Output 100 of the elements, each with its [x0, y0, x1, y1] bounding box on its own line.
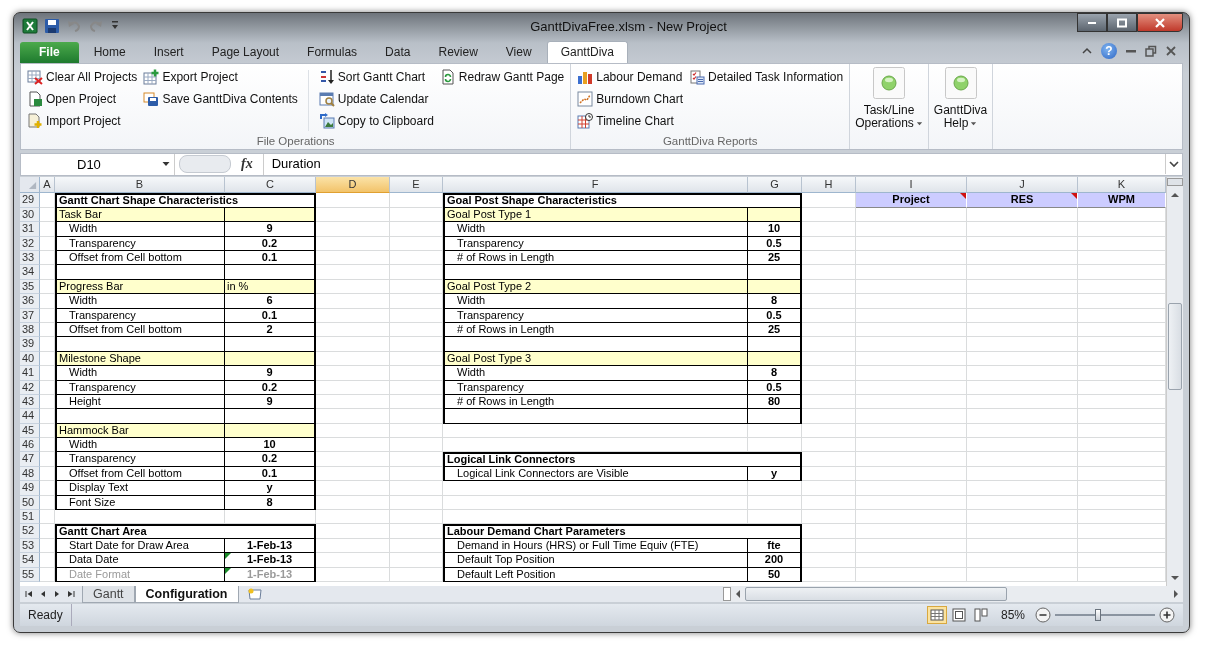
ribbon-tab[interactable]: Home — [80, 41, 139, 63]
row-header[interactable]: 49 — [20, 481, 40, 496]
table-cell — [748, 481, 802, 496]
row-header[interactable]: 51 — [20, 510, 40, 525]
table-cell — [802, 553, 856, 568]
column-header[interactable]: H — [802, 177, 856, 194]
ribbon-button[interactable]: Copy to Clipboard — [316, 109, 436, 132]
ribbon-button[interactable]: Sort Gantt Chart — [316, 65, 436, 88]
table-cell: 2 — [225, 322, 316, 338]
split-handle[interactable] — [723, 587, 731, 601]
row-header[interactable]: 39 — [20, 337, 40, 352]
row-header[interactable]: 47 — [20, 452, 40, 467]
row-header[interactable]: 36 — [20, 294, 40, 309]
ribbon-button[interactable]: Labour Demand — [575, 65, 685, 88]
row-header[interactable]: 41 — [20, 366, 40, 381]
table-cell: 8 — [748, 366, 802, 381]
scroll-thumb[interactable] — [1168, 303, 1182, 391]
table-cell — [390, 553, 443, 568]
insert-function-button[interactable]: fx — [231, 156, 263, 173]
ribbon-tab[interactable]: Insert — [140, 41, 197, 63]
table-cell — [390, 409, 443, 424]
column-header[interactable]: E — [390, 177, 443, 194]
ribbon-button[interactable]: Clear All Projects — [25, 65, 140, 88]
zoom-out-icon[interactable] — [1035, 607, 1051, 623]
slider-thumb[interactable] — [1095, 609, 1101, 621]
column-header[interactable]: A — [40, 177, 55, 194]
ribbon-button[interactable]: Import Project — [25, 109, 140, 132]
formula-field[interactable]: Duration — [262, 153, 1165, 176]
horizontal-scrollbar[interactable] — [723, 586, 1183, 602]
ribbon-tab[interactable]: View — [492, 41, 545, 63]
minimize-button[interactable] — [1077, 13, 1107, 32]
group-label: File Operations — [255, 134, 336, 149]
row-header[interactable]: 33 — [20, 251, 40, 266]
maximize-button[interactable] — [1107, 13, 1137, 32]
column-header[interactable]: I — [856, 177, 967, 194]
last-sheet-icon[interactable] — [66, 589, 76, 599]
page-layout-icon — [951, 608, 966, 622]
ribbon-button[interactable]: GanttDiva Help — [931, 66, 990, 130]
ribbon-tab[interactable]: Data — [372, 41, 424, 63]
column-header[interactable]: J — [967, 177, 1078, 194]
column-header[interactable]: B — [55, 177, 225, 194]
first-sheet-icon[interactable] — [24, 589, 34, 599]
ribbon-tab[interactable]: GanttDiva — [546, 40, 628, 63]
restore-icon[interactable] — [1145, 44, 1157, 57]
zoom-in-icon[interactable] — [1159, 607, 1175, 623]
table-cell: Offset from Cell bottom — [55, 466, 225, 482]
column-header[interactable]: D — [316, 177, 390, 194]
table-cell: Data Date — [55, 553, 225, 568]
checklist-icon — [688, 68, 705, 85]
name-box[interactable]: D10 — [21, 153, 175, 176]
table-cell — [802, 481, 856, 496]
spreadsheet-icon[interactable] — [22, 18, 38, 35]
zoom-slider[interactable] — [1055, 607, 1155, 623]
ribbon-button[interactable]: Export Project — [141, 65, 300, 88]
table-cell: 0.2 — [225, 236, 316, 251]
column-header[interactable]: K — [1078, 177, 1166, 194]
ribbon-button[interactable]: Burndown Chart — [575, 87, 685, 110]
view-button[interactable] — [926, 606, 947, 624]
row-header[interactable]: 29 — [20, 193, 40, 208]
row-header[interactable]: 54 — [20, 553, 40, 568]
zoom-level[interactable]: 85% — [992, 608, 1035, 622]
ribbon-tab[interactable]: Page Layout — [198, 41, 293, 63]
vertical-scrollbar[interactable] — [1166, 177, 1183, 586]
row-header[interactable]: 46 — [20, 438, 40, 453]
error-indicator-icon[interactable] — [225, 567, 231, 574]
scroll-thumb[interactable] — [745, 587, 1007, 601]
row-header[interactable]: 31 — [20, 222, 40, 237]
ribbon-button[interactable]: Redraw Gantt Page — [437, 65, 567, 88]
table-cell: Logical Link Connectors — [443, 452, 802, 467]
ribbon-button[interactable]: Detailed Task Information — [686, 65, 846, 88]
row-header[interactable]: 44 — [20, 409, 40, 424]
ribbon-tab[interactable]: File — [20, 41, 79, 63]
table-cell — [390, 366, 443, 381]
ribbon-button[interactable]: Task/Line Operations — [853, 66, 925, 130]
table-cell: 10 — [748, 222, 802, 237]
save-icon[interactable] — [44, 18, 60, 35]
close-icon[interactable] — [1165, 44, 1177, 57]
ribbon-button[interactable]: Save GanttDiva Contents — [141, 87, 300, 110]
row-header[interactable]: 52 — [20, 524, 40, 539]
ribbon-tab[interactable]: Formulas — [294, 41, 371, 63]
calendar-clock-icon — [577, 112, 594, 129]
table-cell: 0.1 — [225, 308, 316, 323]
row-header[interactable]: 34 — [20, 265, 40, 280]
table-cell: 25 — [748, 251, 802, 266]
table-cell: 50 — [748, 567, 802, 582]
calendar-search-icon — [318, 90, 335, 107]
table-cell — [390, 567, 443, 582]
column-header[interactable]: C — [225, 177, 316, 194]
ribbon-button[interactable]: Open Project — [25, 87, 140, 110]
table-cell: y — [748, 466, 802, 482]
ribbon-button[interactable]: Timeline Chart — [575, 109, 685, 132]
table-cell — [40, 193, 55, 208]
close-button[interactable] — [1137, 13, 1183, 32]
column-header[interactable]: G — [748, 177, 802, 194]
ribbon-button[interactable]: Update Calendar — [316, 87, 436, 110]
split-handle[interactable] — [1167, 178, 1183, 187]
column-header[interactable]: F — [443, 177, 748, 194]
expand-icon[interactable] — [1165, 154, 1182, 175]
ribbon-tab[interactable]: Review — [425, 41, 491, 63]
table-cell: 10 — [225, 438, 316, 453]
